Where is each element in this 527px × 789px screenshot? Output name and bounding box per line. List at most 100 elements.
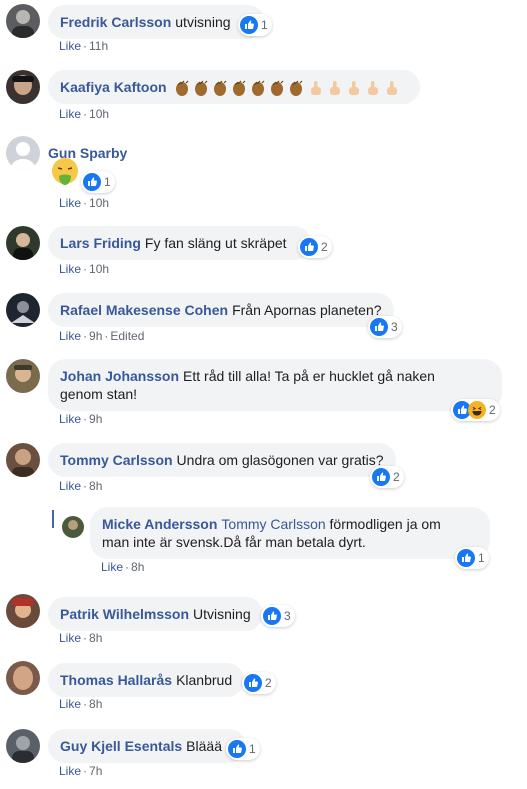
like-link[interactable]: Like xyxy=(59,697,81,711)
avatar[interactable] xyxy=(6,4,40,38)
reply-thread-line xyxy=(52,510,54,528)
comment-author[interactable]: Guy Kjell Esentals xyxy=(60,738,182,754)
comment-author[interactable]: Micke Andersson xyxy=(102,516,217,532)
comment-meta: Like · 9h · Edited xyxy=(59,329,145,343)
clapping-hands-icon xyxy=(250,79,268,97)
edited-label[interactable]: Edited xyxy=(110,329,144,343)
timestamp[interactable]: 8h xyxy=(89,697,102,711)
comment-author[interactable]: Tommy Carlsson xyxy=(60,452,173,468)
reaction-summary[interactable]: 2 xyxy=(451,399,500,421)
timestamp[interactable]: 9h xyxy=(89,412,102,426)
comment-meta: Like · 8h xyxy=(59,631,103,645)
comment-meta: Like · 8h xyxy=(101,560,145,574)
comment-meta: Like · 10h xyxy=(59,262,110,276)
avatar[interactable] xyxy=(6,293,40,327)
reaction-count: 1 xyxy=(249,742,256,756)
comment-author[interactable]: Kaafiya Kaftoon xyxy=(60,79,167,95)
clapping-hands-icon xyxy=(193,79,211,97)
like-reaction-icon xyxy=(263,607,281,625)
avatar[interactable] xyxy=(6,729,40,763)
comment-meta: Like · 8h xyxy=(59,697,103,711)
timestamp[interactable]: 8h xyxy=(131,560,144,574)
clapping-hands-icon xyxy=(231,79,249,97)
pointing-hand-icon xyxy=(383,79,401,97)
mention-link[interactable]: Tommy Carlsson xyxy=(221,516,325,532)
comment-text: Från Apornas planeten? xyxy=(232,302,382,318)
comment-text: Ett råd till alla! Ta på er hucklet gå n… xyxy=(183,368,435,384)
reaction-summary[interactable]: 1 xyxy=(81,171,115,193)
comment-author[interactable]: Fredrik Carlsson xyxy=(60,14,171,30)
timestamp[interactable]: 10h xyxy=(89,262,109,276)
avatar[interactable] xyxy=(6,661,40,695)
reaction-summary[interactable]: 1 xyxy=(455,547,489,569)
nauseated-face-icon xyxy=(50,157,80,187)
like-reaction-icon xyxy=(372,468,390,486)
like-link[interactable]: Like xyxy=(59,412,81,426)
timestamp[interactable]: 10h xyxy=(89,107,109,121)
comment-meta: Like · 9h xyxy=(59,412,103,426)
haha-reaction-icon xyxy=(468,401,486,419)
like-link[interactable]: Like xyxy=(59,764,81,778)
comment-author[interactable]: Thomas Hallarås xyxy=(60,672,172,688)
comment-meta: Like · 10h xyxy=(59,196,110,210)
avatar[interactable] xyxy=(62,516,84,538)
timestamp[interactable]: 8h xyxy=(89,631,102,645)
reaction-summary[interactable]: 3 xyxy=(368,316,402,338)
pointing-hand-icon xyxy=(364,79,382,97)
timestamp[interactable]: 7h xyxy=(89,764,102,778)
reaction-summary[interactable]: 2 xyxy=(370,466,404,488)
avatar[interactable] xyxy=(6,70,40,104)
comment-text: utvisning xyxy=(175,14,231,30)
like-link[interactable]: Like xyxy=(59,262,81,276)
reaction-count: 1 xyxy=(261,18,268,32)
like-link[interactable]: Like xyxy=(59,329,81,343)
like-reaction-icon xyxy=(300,238,318,256)
like-link[interactable]: Like xyxy=(59,107,81,121)
comment-bubble: Guy Kjell Esentals Bläää xyxy=(48,729,246,763)
avatar[interactable] xyxy=(6,136,40,170)
timestamp[interactable]: 8h xyxy=(89,479,102,493)
reaction-summary[interactable]: 2 xyxy=(242,672,276,694)
avatar[interactable] xyxy=(6,226,40,260)
avatar[interactable] xyxy=(6,443,40,477)
reaction-count: 2 xyxy=(321,240,328,254)
avatar[interactable] xyxy=(6,359,40,393)
comment-bubble: Fredrik Carlsson utvisning xyxy=(48,5,265,39)
reaction-summary[interactable]: 1 xyxy=(238,14,272,36)
comment-author[interactable]: Johan Johansson xyxy=(60,368,179,384)
like-reaction-icon xyxy=(457,549,475,567)
comment-author[interactable]: Patrik Wilhelmsson xyxy=(60,606,189,622)
comment-text: Utvisning xyxy=(193,606,251,622)
comment-bubble: Micke Andersson Tommy Carlsson förmodlige… xyxy=(90,507,490,559)
like-link[interactable]: Like xyxy=(101,560,123,574)
reaction-count: 2 xyxy=(265,676,272,690)
like-link[interactable]: Like xyxy=(59,479,81,493)
comment-text: Bläää xyxy=(186,738,222,754)
reaction-summary[interactable]: 2 xyxy=(298,236,332,258)
like-link[interactable]: Like xyxy=(59,39,81,53)
comment-text: Undra om glasögonen var gratis? xyxy=(176,452,384,468)
like-reaction-icon xyxy=(244,674,262,692)
like-link[interactable]: Like xyxy=(59,196,81,210)
comment-text: Fy fan släng ut skräpet xyxy=(144,235,287,251)
comment-bubble: Johan Johansson Ett råd till alla! Ta på … xyxy=(48,359,502,411)
comment-meta: Like · 10h xyxy=(59,107,110,121)
reaction-summary[interactable]: 3 xyxy=(261,605,295,627)
comment-meta: Like · 11h xyxy=(59,39,109,53)
comment-text-continued: genom stan! xyxy=(60,386,138,402)
like-reaction-icon xyxy=(240,16,258,34)
timestamp[interactable]: 9h xyxy=(89,329,102,343)
comment-author[interactable]: Lars Friding xyxy=(60,235,141,251)
reaction-summary[interactable]: 1 xyxy=(226,738,260,760)
avatar[interactable] xyxy=(6,594,40,628)
pointing-hand-icon xyxy=(307,79,325,97)
like-reaction-icon xyxy=(228,740,246,758)
clapping-hands-icon xyxy=(174,79,192,97)
pointing-hand-icon xyxy=(326,79,344,97)
like-link[interactable]: Like xyxy=(59,631,81,645)
comment-author[interactable]: Rafael Makesense Cohen xyxy=(60,302,228,318)
timestamp[interactable]: 10h xyxy=(89,196,109,210)
comment-bubble: Rafael Makesense Cohen Från Apornas plane… xyxy=(48,293,394,327)
reaction-count: 2 xyxy=(393,470,400,484)
timestamp[interactable]: 11h xyxy=(89,39,108,53)
